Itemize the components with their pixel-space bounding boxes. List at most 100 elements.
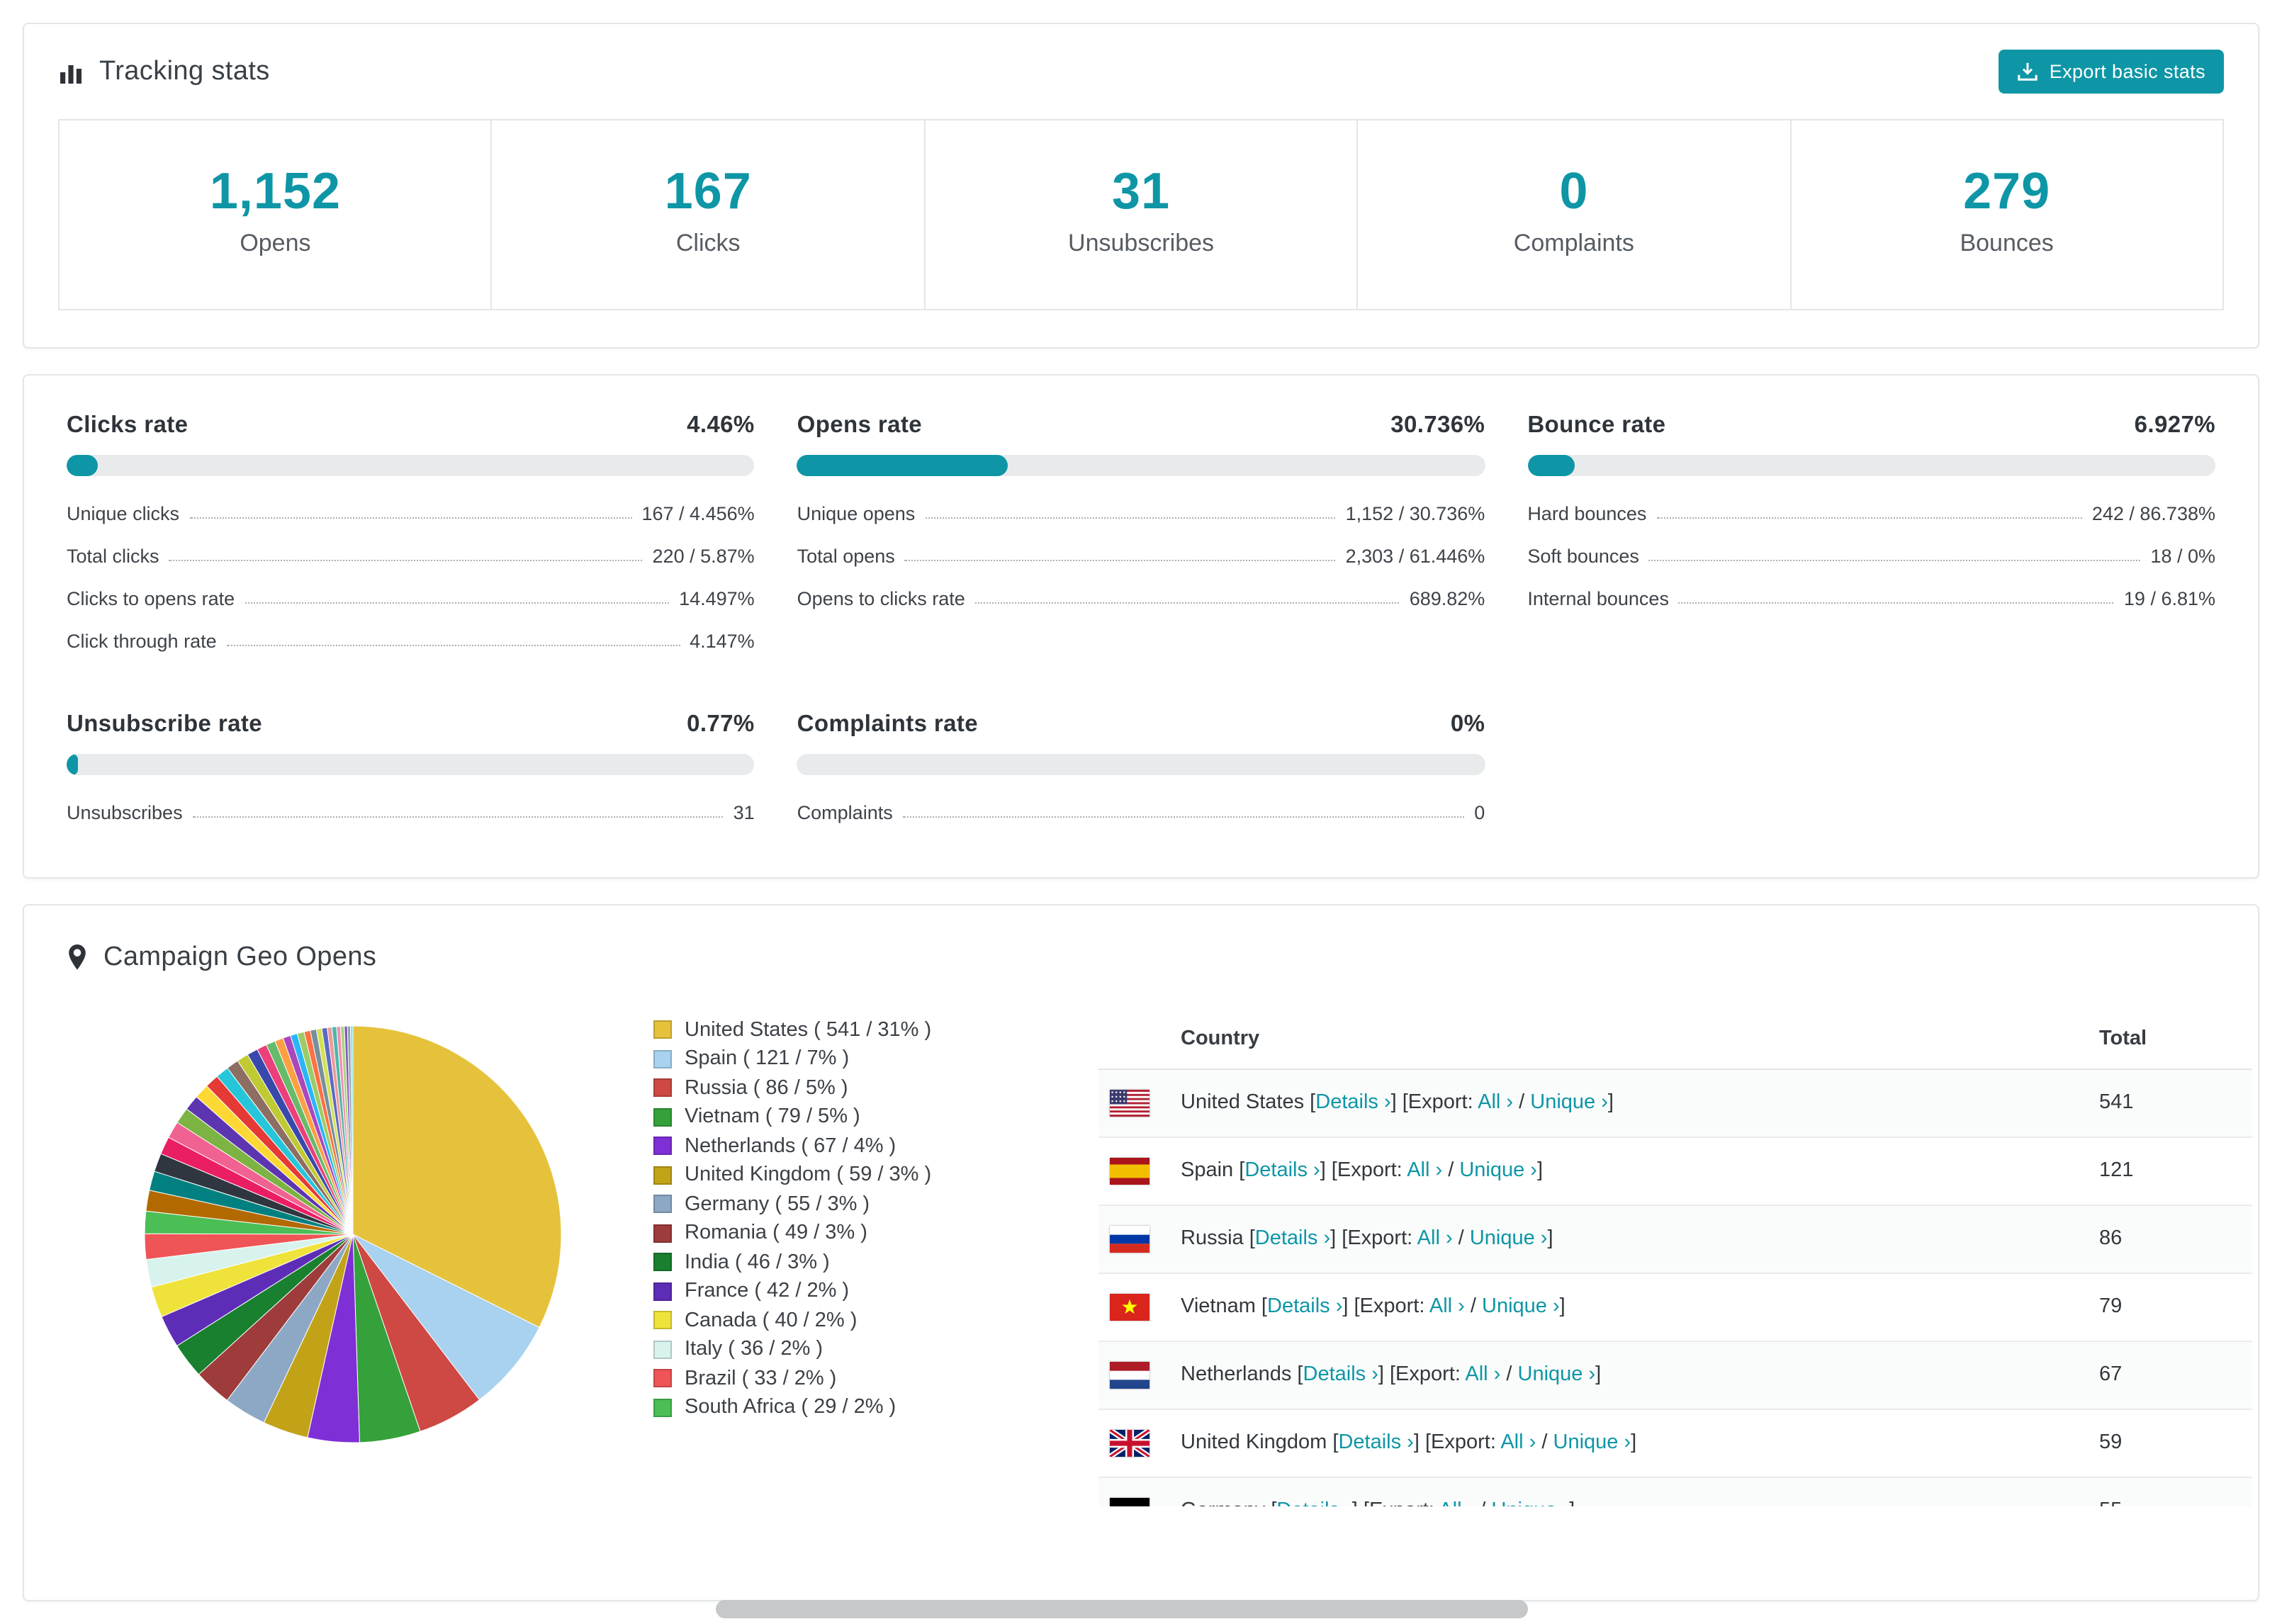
progress-fill — [1527, 454, 1575, 476]
details-link[interactable]: Details › — [1244, 1159, 1320, 1182]
metric-value: 689.82% — [1409, 588, 1485, 610]
export-unique-link[interactable]: Unique › — [1470, 1227, 1548, 1250]
dotted-leader — [1678, 602, 2114, 604]
metric-label: Clicks to opens rate — [67, 588, 235, 610]
metric-value: 242 / 86.738% — [2091, 503, 2215, 525]
export-all-link[interactable]: All › — [1407, 1159, 1442, 1182]
legend-item-fr: France ( 42 / 2% ) — [653, 1277, 1059, 1306]
export-unique-link[interactable]: Unique › — [1518, 1363, 1596, 1386]
legend-swatch — [653, 1398, 672, 1417]
geo-table-header: Country Total — [1098, 1010, 2252, 1070]
flag-vn-icon — [1110, 1293, 1150, 1321]
dotted-leader — [1648, 560, 2141, 562]
tracking-stats-title: Tracking stats — [99, 56, 270, 86]
metric-label: Internal bounces — [1527, 588, 1669, 610]
legend-label: France ( 42 / 2% ) — [685, 1280, 850, 1303]
legend-label: Romania ( 49 / 3% ) — [685, 1222, 867, 1245]
geo-pie-chart — [140, 1021, 566, 1446]
export-all-link[interactable]: All › — [1478, 1091, 1513, 1114]
metric-row: Unique opens 1,152 / 30.736% — [797, 492, 1485, 535]
metric-label: Click through rate — [67, 631, 217, 653]
export-unique-link[interactable]: Unique › — [1459, 1159, 1537, 1182]
horizontal-scrollbar[interactable] — [0, 1600, 2282, 1620]
total-cell: 79 — [2099, 1295, 2123, 1319]
stat-box-complaints: 0 Complaints — [1358, 120, 1792, 309]
progress-fill — [797, 454, 1008, 476]
unsubscribe-rate-block: Unsubscribe rate 0.77% Unsubscribes 31 — [67, 711, 755, 834]
opens-label: Opens — [240, 229, 311, 256]
legend-label: United Kingdom ( 59 / 3% ) — [685, 1163, 932, 1187]
details-link[interactable]: Details › — [1315, 1091, 1390, 1114]
rate-title: Opens rate — [797, 412, 923, 438]
total-cell: 121 — [2099, 1159, 2134, 1183]
export-basic-stats-button[interactable]: Export basic stats — [1998, 50, 2224, 94]
export-all-link[interactable]: All › — [1417, 1227, 1453, 1250]
total-column-header: Total — [2099, 1027, 2147, 1051]
bounces-count: 279 — [1963, 162, 2051, 220]
geo-opens-card: Campaign Geo Opens United States ( 541 /… — [23, 903, 2259, 1601]
country-cell: Russia [Details ›] [Export: All › / Uniq… — [1181, 1227, 1553, 1251]
flag-es-icon — [1110, 1157, 1150, 1185]
legend-swatch — [653, 1166, 672, 1185]
rate-value: 30.736% — [1390, 412, 1485, 438]
details-link[interactable]: Details › — [1338, 1431, 1413, 1454]
clicks-count: 167 — [664, 162, 752, 220]
metric-row: Complaints 0 — [797, 791, 1485, 834]
metric-row: Total clicks 220 / 5.87% — [67, 535, 755, 577]
total-cell: 59 — [2099, 1431, 2123, 1455]
export-all-link[interactable]: All › — [1465, 1363, 1500, 1386]
export-unique-link[interactable]: Unique › — [1491, 1499, 1569, 1506]
export-all-link[interactable]: All › — [1500, 1431, 1536, 1454]
legend-label: United States ( 541 / 31% ) — [685, 1018, 932, 1042]
legend-item-es: Spain ( 121 / 7% ) — [653, 1044, 1059, 1073]
metric-row: Opens to clicks rate 689.82% — [797, 577, 1485, 620]
flag-de-icon — [1110, 1497, 1150, 1506]
details-link[interactable]: Details › — [1303, 1363, 1378, 1386]
country-cell: Netherlands [Details ›] [Export: All › /… — [1181, 1363, 1602, 1387]
details-link[interactable]: Details › — [1267, 1295, 1342, 1318]
export-all-link[interactable]: All › — [1439, 1499, 1474, 1506]
stat-box-opens: 1,152 Opens — [60, 120, 493, 309]
details-link[interactable]: Details › — [1276, 1499, 1351, 1506]
legend-swatch — [653, 1078, 672, 1098]
legend-swatch — [653, 1049, 672, 1068]
scrollbar-thumb[interactable] — [716, 1600, 1528, 1618]
bar-chart-icon — [58, 59, 84, 84]
opens-count: 1,152 — [209, 162, 341, 220]
country-name: Netherlands — [1181, 1363, 1292, 1387]
legend-item-ro: Romania ( 49 / 3% ) — [653, 1219, 1059, 1248]
export-unique-link[interactable]: Unique › — [1482, 1295, 1560, 1318]
export-unique-link[interactable]: Unique › — [1530, 1091, 1608, 1114]
bounces-label: Bounces — [1960, 229, 2054, 256]
metric-value: 18 / 0% — [2150, 546, 2215, 568]
map-pin-icon — [67, 944, 88, 971]
export-all-link[interactable]: All › — [1429, 1295, 1465, 1318]
details-link[interactable]: Details › — [1255, 1227, 1330, 1250]
geo-table-row-us: United States [Details ›] [Export: All ›… — [1098, 1069, 2252, 1138]
metric-row: Clicks to opens rate 14.497% — [67, 577, 755, 620]
complaints-rate-progressbar — [797, 753, 1485, 775]
rate-title: Unsubscribe rate — [67, 711, 262, 737]
complaints-rate-block: Complaints rate 0% Complaints 0 — [797, 711, 1485, 834]
metric-label: Opens to clicks rate — [797, 588, 965, 610]
export-unique-link[interactable]: Unique › — [1553, 1431, 1631, 1454]
metric-value: 1,152 / 30.736% — [1345, 503, 1485, 525]
legend-item-it: Italy ( 36 / 2% ) — [653, 1335, 1059, 1364]
total-cell: 55 — [2099, 1499, 2252, 1506]
stat-box-bounces: 279 Bounces — [1791, 120, 2222, 308]
legend-swatch — [653, 1195, 672, 1214]
metric-label: Unique clicks — [67, 503, 180, 525]
opens-rate-progressbar — [797, 454, 1485, 476]
rate-value: 4.46% — [687, 412, 755, 438]
legend-item-de: Germany ( 55 / 3% ) — [653, 1190, 1059, 1219]
legend-item-vn: Vietnam ( 79 / 5% ) — [653, 1103, 1059, 1132]
complaints-count: 0 — [1559, 162, 1589, 220]
country-column-header: Country — [1181, 1027, 1260, 1051]
rate-value: 6.927% — [2134, 412, 2215, 438]
unsubscribes-count: 31 — [1111, 162, 1171, 220]
rate-title: Complaints rate — [797, 711, 979, 737]
dotted-leader — [1656, 517, 2082, 519]
country-cell: United States [Details ›] [Export: All ›… — [1181, 1091, 1614, 1115]
metric-row: Unique clicks 167 / 4.456% — [67, 492, 755, 535]
legend-swatch — [653, 1224, 672, 1243]
